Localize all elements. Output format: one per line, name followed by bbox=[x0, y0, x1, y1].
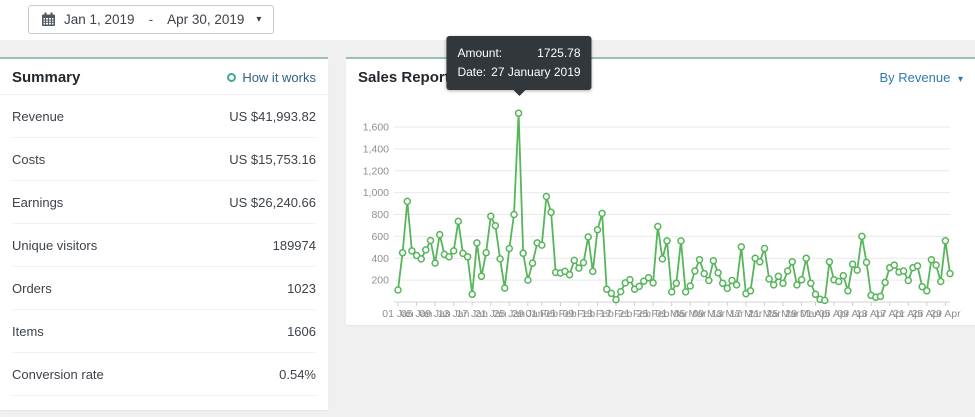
svg-text:200: 200 bbox=[371, 275, 389, 287]
dashboard-content: Summary How it works Revenue US $41,993.… bbox=[0, 36, 975, 410]
summary-title: Summary bbox=[12, 69, 81, 86]
summary-row-label: Earnings bbox=[12, 194, 64, 210]
summary-row-label: Orders bbox=[12, 280, 52, 296]
summary-row-value: US $15,753.16 bbox=[229, 151, 316, 167]
date-range-separator: - bbox=[148, 12, 154, 27]
summary-row-items: Items 1606 bbox=[12, 310, 316, 353]
date-range-start: Jan 1, 2019 bbox=[64, 12, 135, 27]
how-it-works-label: How it works bbox=[242, 70, 316, 85]
svg-text:600: 600 bbox=[371, 231, 389, 243]
summary-row-label: Revenue bbox=[12, 108, 65, 124]
svg-text:1,400: 1,400 bbox=[363, 143, 389, 155]
tooltip-date-value: 27 January 2019 bbox=[491, 65, 581, 79]
summary-row-earnings: Earnings US $26,240.66 bbox=[12, 181, 316, 224]
chevron-down-icon: ▾ bbox=[957, 74, 963, 85]
info-dot-icon bbox=[227, 73, 237, 82]
summary-row-value: 0.54% bbox=[279, 366, 316, 382]
tooltip-date-label: Date: bbox=[457, 65, 487, 79]
date-range-picker[interactable]: Jan 1, 2019 - Apr 30, 2019 ▾ bbox=[28, 5, 275, 34]
sales-report-title: Sales Report bbox=[358, 69, 450, 86]
sales-report-panel: Sales Report By Revenue ▾ 200 400 600 800 1,… bbox=[346, 36, 975, 325]
svg-text:1,600: 1,600 bbox=[363, 122, 389, 134]
svg-text:1,200: 1,200 bbox=[363, 165, 389, 177]
svg-text:400: 400 bbox=[371, 253, 389, 265]
summary-row-value: US $26,240.66 bbox=[229, 194, 316, 210]
calendar-icon bbox=[41, 12, 56, 27]
summary-row-orders: Orders 1023 bbox=[12, 267, 316, 310]
summary-table: Revenue US $41,993.82 Costs US $15,753.1… bbox=[0, 95, 328, 396]
summary-panel: Summary How it works Revenue US $41,993.… bbox=[0, 57, 328, 410]
toolbar: Jan 1, 2019 - Apr 30, 2019 ▾ bbox=[0, 0, 975, 40]
summary-row-unique-visitors: Unique visitors 189974 bbox=[12, 224, 316, 267]
by-revenue-dropdown[interactable]: By Revenue ▾ bbox=[880, 70, 963, 85]
svg-text:1,000: 1,000 bbox=[363, 187, 389, 199]
by-revenue-label: By Revenue bbox=[879, 70, 951, 85]
chevron-down-icon: ▾ bbox=[256, 14, 262, 25]
tooltip-amount-label: Amount: bbox=[457, 46, 503, 60]
svg-text:29 Apr: 29 Apr bbox=[930, 308, 961, 320]
tooltip-amount-value: 1725.78 bbox=[537, 46, 581, 60]
summary-row-label: Unique visitors bbox=[12, 237, 98, 253]
summary-row-conversion-rate: Conversion rate 0.54% bbox=[12, 353, 316, 396]
how-it-works-link[interactable]: How it works bbox=[227, 70, 316, 85]
summary-row-value: 189974 bbox=[272, 237, 316, 253]
sales-line-chart[interactable]: 2004006008001,0001,2001,4001,60001 Jan05… bbox=[354, 100, 961, 324]
summary-row-label: Costs bbox=[12, 151, 46, 167]
tooltip-arrow bbox=[513, 90, 525, 96]
summary-row-value: US $41,993.82 bbox=[229, 108, 316, 124]
summary-row-value: 1606 bbox=[287, 323, 316, 339]
summary-row-revenue: Revenue US $41,993.82 bbox=[12, 95, 316, 138]
svg-text:800: 800 bbox=[371, 209, 389, 221]
summary-row-value: 1023 bbox=[287, 280, 316, 296]
summary-row-label: Conversion rate bbox=[12, 366, 104, 382]
date-range-end: Apr 30, 2019 bbox=[167, 12, 245, 27]
summary-row-costs: Costs US $15,753.16 bbox=[12, 138, 316, 181]
sales-chart[interactable]: 200 400 600 800 1,000 1,200 1,400 1,600 01 Jan 05… bbox=[354, 36, 965, 324]
summary-row-label: Items bbox=[12, 323, 44, 339]
chart-tooltip: Amount: 1725.78 Date: 27 January 2019 bbox=[446, 36, 592, 96]
